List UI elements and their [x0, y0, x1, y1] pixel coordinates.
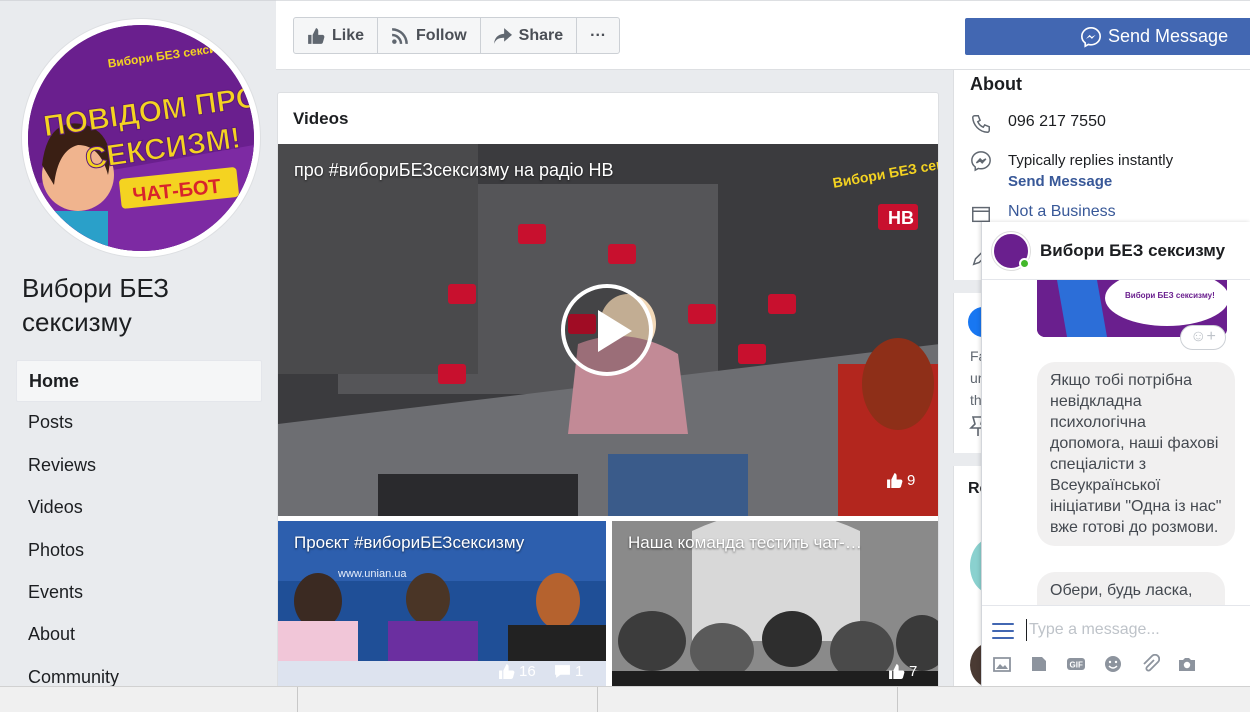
video-left-banner: www.unian.ua	[337, 568, 407, 580]
video-thumbnail-right[interactable]: Наша команда тестить чат-… 7	[612, 521, 938, 691]
emoji-icon[interactable]	[1103, 654, 1123, 674]
video-left-comment-count: 1	[575, 663, 584, 680]
nav-item-videos[interactable]: Videos	[16, 487, 262, 529]
messenger-chat-window: Вибори БЕЗ сексизму Вибори БЕЗ сексизму!…	[981, 222, 1250, 692]
nav-item-events[interactable]: Events	[16, 572, 262, 614]
share-button[interactable]: Share	[481, 18, 578, 53]
add-reaction-button[interactable]: ☺+	[1180, 325, 1226, 350]
videos-section-title: Videos	[293, 109, 349, 128]
video-right-likes: 7	[888, 663, 917, 680]
bottom-bar-separator	[297, 687, 298, 712]
chat-avatar	[992, 231, 1030, 270]
chat-contact-name: Вибори БЕЗ сексизму	[1040, 240, 1226, 260]
bottom-bar-separator	[897, 687, 898, 712]
thumbs-up-icon	[308, 27, 325, 44]
play-button-icon[interactable]	[561, 284, 653, 376]
nav-item-about[interactable]: About	[16, 614, 262, 656]
featured-video-likes: 9	[886, 472, 915, 489]
more-dots-icon: ···	[590, 26, 607, 44]
chat-message-bubble-2: Обери, будь ласка,	[1037, 572, 1225, 605]
attachment-icon[interactable]	[1140, 653, 1161, 674]
messenger-icon	[971, 151, 991, 172]
video-right-like-count: 7	[909, 663, 918, 680]
send-message-button[interactable]: Send Message	[965, 18, 1250, 55]
chat-image-text: Вибори БЕЗ сексизму!	[1125, 291, 1215, 300]
nav-item-photos[interactable]: Photos	[16, 530, 262, 572]
like-label: Like	[332, 26, 365, 44]
svg-text:GIF: GIF	[1070, 661, 1083, 670]
menu-hamburger-icon[interactable]	[992, 623, 1014, 639]
nav-item-reviews[interactable]: Reviews	[16, 445, 262, 487]
about-replies-row: Typically replies instantly Send Message	[970, 150, 1173, 192]
message-input[interactable]: Type a message...	[1026, 619, 1160, 641]
featured-video[interactable]: Вибори БЕЗ сексизму! НВ про #вибориБЕЗсе…	[278, 144, 938, 516]
sticker-icon[interactable]	[1029, 654, 1049, 674]
nav-item-posts[interactable]: Posts	[16, 402, 262, 444]
browser-bottom-bar	[0, 686, 1250, 712]
featured-video-like-count: 9	[907, 472, 916, 489]
video-left-likes: 16	[498, 663, 536, 680]
comment-icon	[555, 665, 570, 678]
rss-icon	[392, 27, 408, 44]
chat-header[interactable]: Вибори БЕЗ сексизму	[982, 222, 1250, 280]
thumbs-up-icon	[889, 664, 905, 679]
chat-toolbar: GIF	[992, 653, 1197, 674]
about-title: About	[970, 74, 1022, 94]
featured-video-studio-logo: НВ	[888, 208, 914, 228]
gif-icon[interactable]: GIF	[1066, 654, 1086, 674]
camera-icon[interactable]	[1177, 654, 1197, 674]
chat-composer: Type a message... GIF	[982, 605, 1250, 692]
bottom-bar-separator	[597, 687, 598, 712]
share-label: Share	[518, 26, 564, 44]
page-action-bar: Like Follow Share ··· Send Message	[276, 0, 1250, 70]
thumbs-up-icon	[499, 664, 515, 679]
nav-item-home[interactable]: Home	[16, 360, 262, 403]
profile-picture[interactable]: ЧАТ-БОТ Вибори БЕЗ сексизму! ПОВІДОМ ПРО…	[22, 19, 260, 257]
page-title: Вибори БЕЗ сексизму	[22, 273, 169, 337]
chat-message-bubble: Якщо тобі потрібна невідкладна психологі…	[1037, 362, 1235, 546]
left-column: ЧАТ-БОТ Вибори БЕЗ сексизму! ПОВІДОМ ПРО…	[0, 0, 276, 712]
video-left-title: Проєкт #вибориБЕЗсексизму	[294, 533, 525, 552]
featured-video-title: про #вибориБЕЗсексизму на радіо НВ	[294, 160, 614, 180]
video-thumbnail-left[interactable]: www.unian.ua Проєкт #вибориБЕЗсексизму 1…	[278, 521, 606, 691]
about-phone: 096 217 7550	[1008, 113, 1106, 130]
phone-icon	[972, 115, 990, 133]
page-nav: Home Posts Reviews Videos Photos Events …	[16, 360, 262, 699]
like-button[interactable]: Like	[294, 18, 379, 53]
profile-avatar-image: ЧАТ-БОТ Вибори БЕЗ сексизму! ПОВІДОМ ПРО…	[28, 25, 254, 251]
online-status-indicator	[1019, 257, 1030, 269]
photo-icon[interactable]	[992, 654, 1012, 674]
share-arrow-icon	[493, 27, 512, 44]
follow-button[interactable]: Follow	[378, 18, 481, 53]
about-replies-text: Typically replies instantly	[1008, 152, 1174, 169]
about-phone-row[interactable]: 096 217 7550	[970, 113, 1106, 135]
follow-label: Follow	[416, 26, 467, 44]
action-button-group: Like Follow Share ···	[293, 17, 621, 54]
send-message-label: Send Message	[1108, 26, 1229, 46]
thumbs-up-icon	[887, 473, 903, 488]
videos-section: Videos Вибори БЕЗ сексизму! НВ про #вибо…	[277, 92, 939, 692]
video-right-title: Наша команда тестить чат-…	[628, 533, 862, 552]
more-options-button[interactable]: ···	[577, 18, 619, 53]
video-left-like-count: 16	[519, 663, 536, 680]
video-left-comments: 1	[554, 663, 583, 680]
messenger-icon	[1081, 26, 1101, 48]
about-send-message-link[interactable]: Send Message	[1008, 171, 1173, 192]
